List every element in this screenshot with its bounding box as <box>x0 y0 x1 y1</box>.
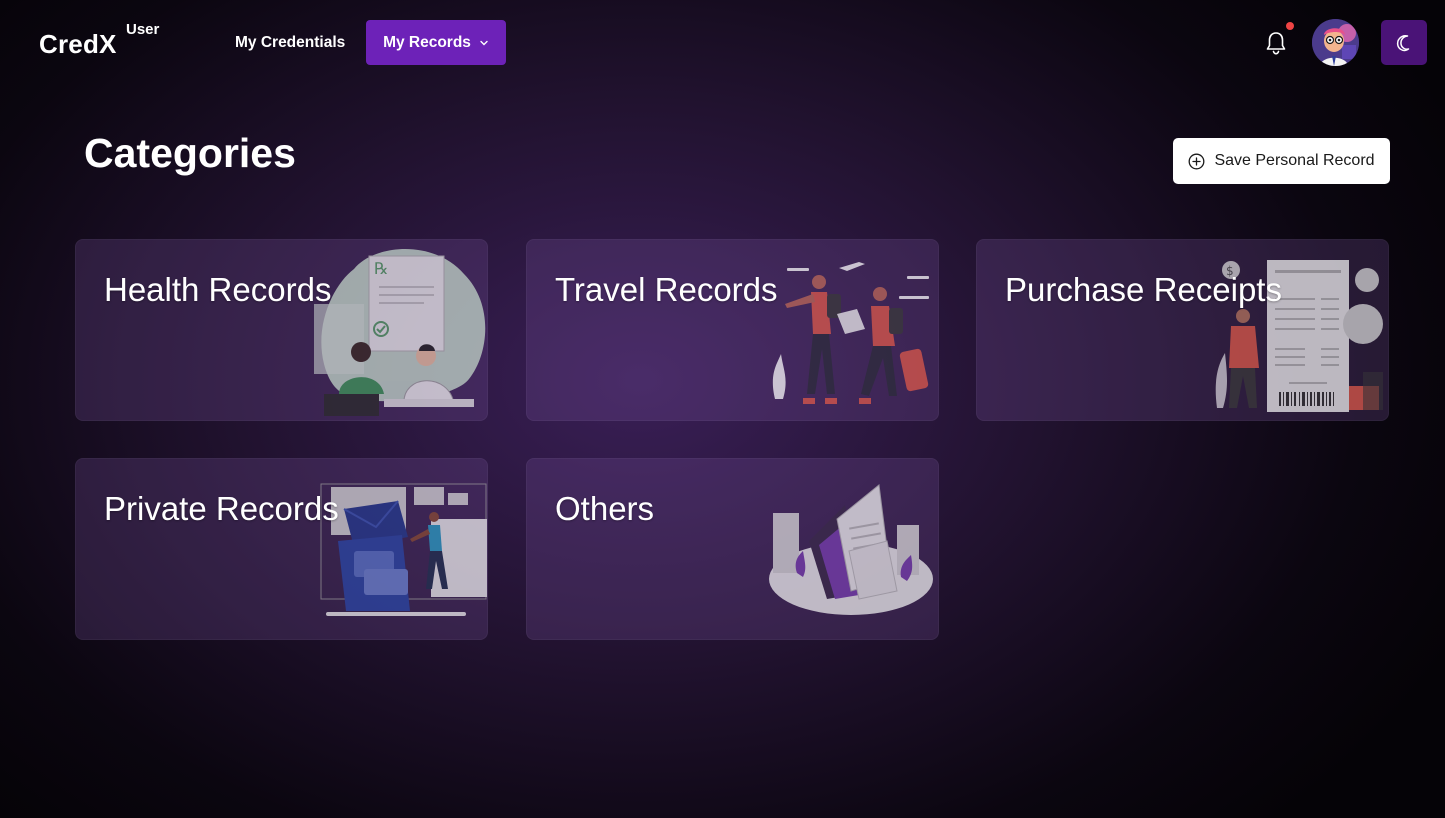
nav-my-records-dropdown[interactable]: My Records <box>366 20 506 65</box>
page-title: Categories <box>84 130 296 176</box>
nav-my-credentials[interactable]: My Credentials <box>235 34 345 52</box>
health-records-illustration: ℞ <box>314 249 486 416</box>
chevron-down-icon <box>480 40 488 45</box>
save-personal-record-button[interactable]: Save Personal Record <box>1173 138 1390 184</box>
nav-my-records-label: My Records <box>383 33 471 51</box>
avatar[interactable] <box>1312 19 1359 66</box>
top-navbar: CredX User My Credentials My Records <box>0 0 1445 88</box>
others-illustration <box>769 484 933 615</box>
category-title: Others <box>555 490 655 527</box>
moon-icon <box>1396 34 1410 51</box>
category-title: Private Records <box>104 490 339 527</box>
category-card-others[interactable]: Others <box>526 458 939 640</box>
category-card-private-records[interactable]: Private Records <box>75 458 488 640</box>
category-title: Health Records <box>104 271 332 308</box>
travel-records-illustration <box>772 262 929 404</box>
theme-toggle-button[interactable] <box>1381 20 1427 65</box>
svg-text:℞: ℞ <box>374 259 388 278</box>
category-card-health-records[interactable]: Health Records ℞ <box>75 239 488 421</box>
brand-role-label: User <box>126 21 160 38</box>
save-personal-record-label: Save Personal Record <box>1214 152 1375 169</box>
category-card-travel-records[interactable]: Travel Records <box>526 239 939 421</box>
brand-logo[interactable]: CredX <box>39 29 117 60</box>
plus-circle-icon <box>1189 153 1205 169</box>
bell-icon[interactable] <box>1261 28 1291 58</box>
category-card-purchase-receipts[interactable]: $ Purchase Receipts <box>976 239 1389 421</box>
category-title: Travel Records <box>555 271 778 308</box>
notification-dot <box>1286 22 1294 30</box>
category-title: Purchase Receipts <box>1005 271 1282 308</box>
